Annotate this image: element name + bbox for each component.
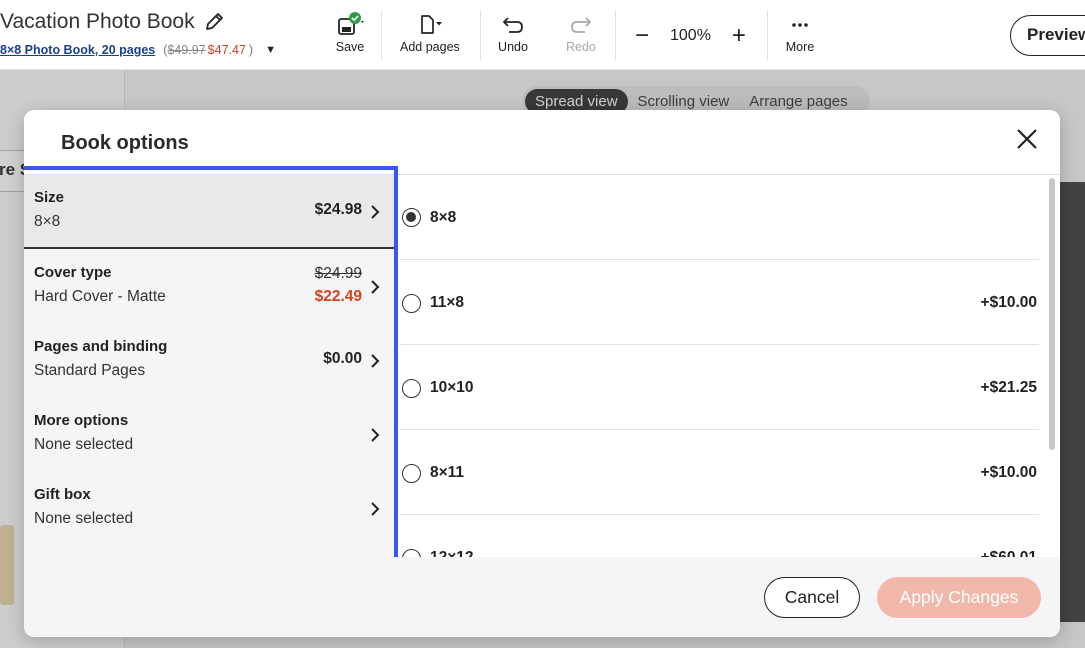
nav-item-size[interactable]: Size 8×8 $24.98 [24, 175, 394, 249]
radio-button[interactable] [402, 549, 421, 557]
redo-button[interactable]: Redo [566, 12, 596, 54]
nav-item-pages-binding[interactable]: Pages and binding Standard Pages $0.00 [24, 324, 394, 398]
chevron-right-icon [371, 205, 380, 219]
nav-item-sale-price: $22.49 [314, 288, 362, 305]
zoom-level: 100% [670, 27, 711, 44]
book-title-text: Vacation Photo Book [0, 10, 195, 33]
book-summary: 8×8 Photo Book, 20 pages ( $49.97 $47.47… [0, 43, 276, 57]
nav-item-old-price: $24.99 [314, 265, 362, 282]
add-pages-label: Add pages [400, 40, 460, 54]
book-title[interactable]: Vacation Photo Book [0, 10, 225, 34]
zoom-in-button[interactable]: + [725, 24, 753, 48]
chevron-right-icon [371, 428, 380, 442]
chevron-right-icon [371, 280, 380, 294]
radio-button[interactable] [402, 294, 421, 313]
undo-button[interactable]: Undo [498, 12, 528, 54]
radio-button[interactable] [402, 379, 421, 398]
undo-icon [498, 12, 528, 36]
nav-item-label: Size [34, 189, 65, 206]
chevron-right-icon [371, 502, 380, 516]
apply-changes-button[interactable]: Apply Changes [877, 577, 1041, 618]
dialog-footer: Cancel Apply Changes [24, 557, 1060, 637]
nav-item-price: $24.98 [314, 201, 362, 218]
zoom-out-button[interactable]: − [628, 24, 656, 48]
nav-item-label: Pages and binding [34, 338, 168, 355]
size-option-price: +$21.25 [980, 379, 1037, 396]
undo-label: Undo [498, 40, 528, 54]
nav-item-value: None selected [34, 510, 134, 527]
add-page-icon [413, 12, 447, 36]
size-option-12x12[interactable]: 12×12 +$60.01 [399, 515, 1039, 557]
price-paren-close: ) [248, 43, 254, 57]
size-option-8x8[interactable]: 8×8 [399, 175, 1039, 260]
dialog-title: Book options [61, 132, 189, 154]
more-dots-icon [785, 12, 815, 36]
save-label: Save [335, 40, 365, 54]
pencil-icon[interactable] [203, 11, 225, 33]
size-option-label: 11×8 [430, 294, 465, 311]
nav-item-label: Gift box [34, 486, 91, 503]
toolbar-divider [381, 10, 382, 60]
size-option-price: +$60.01 [981, 549, 1037, 557]
size-options-list: 8×8 11×8 +$10.00 10×10 +$21.25 8×11 +$10… [399, 175, 1048, 557]
size-option-label: 12×12 [430, 549, 474, 557]
options-nav: Size 8×8 $24.98 Cover type Hard Cover - … [24, 175, 394, 557]
top-toolbar: Vacation Photo Book 8×8 Photo Book, 20 p… [0, 0, 1085, 70]
chevron-down-icon[interactable]: ▼ [265, 44, 276, 56]
close-icon [1017, 129, 1037, 149]
book-new-price: $47.47 [207, 43, 246, 57]
size-option-label: 8×11 [430, 464, 465, 481]
redo-icon [566, 12, 596, 36]
redo-label: Redo [566, 40, 596, 54]
nav-item-value: Hard Cover - Matte [34, 288, 166, 305]
nav-item-value: 8×8 [34, 213, 61, 230]
options-scrollbar[interactable] [1049, 178, 1055, 450]
zoom-control: − 100% + [628, 24, 753, 48]
size-option-11x8[interactable]: 11×8 +$10.00 [399, 260, 1039, 345]
nav-item-price: $0.00 [323, 350, 362, 367]
nav-item-label: Cover type [34, 264, 112, 281]
size-option-price: +$10.00 [980, 464, 1037, 481]
close-button[interactable] [1014, 126, 1040, 152]
more-label: More [785, 40, 815, 54]
toolbar-divider [767, 10, 768, 60]
size-option-label: 10×10 [430, 379, 474, 396]
cancel-button[interactable]: Cancel [764, 577, 860, 618]
size-option-8x11[interactable]: 8×11 +$10.00 [399, 430, 1039, 515]
book-product-link[interactable]: 8×8 Photo Book, 20 pages [0, 43, 155, 57]
toolbar-divider [615, 10, 616, 60]
radio-button[interactable] [402, 208, 421, 227]
size-option-label: 8×8 [430, 209, 457, 226]
toolbar-divider [480, 10, 481, 60]
radio-button[interactable] [402, 464, 421, 483]
save-button[interactable]: Save [333, 12, 367, 54]
preview-button[interactable]: Preview [1010, 15, 1085, 56]
save-icon [333, 12, 367, 36]
book-options-dialog: Book options Size 8×8 $24.98 Cover type … [24, 110, 1060, 637]
nav-item-more-options[interactable]: More options None selected [24, 398, 394, 472]
nav-item-value: None selected [34, 436, 134, 453]
size-option-price: +$10.00 [980, 294, 1037, 311]
nav-item-label: More options [34, 412, 129, 429]
chevron-right-icon [371, 354, 380, 368]
add-pages-button[interactable]: Add pages [400, 12, 460, 54]
size-option-10x10[interactable]: 10×10 +$21.25 [399, 345, 1039, 430]
book-old-price: $49.97 [167, 43, 206, 57]
nav-item-value: Standard Pages [34, 362, 146, 379]
nav-item-gift-box[interactable]: Gift box None selected [24, 472, 394, 546]
more-button[interactable]: More [785, 12, 815, 54]
nav-item-cover-type[interactable]: Cover type Hard Cover - Matte $24.99 $22… [24, 250, 394, 324]
